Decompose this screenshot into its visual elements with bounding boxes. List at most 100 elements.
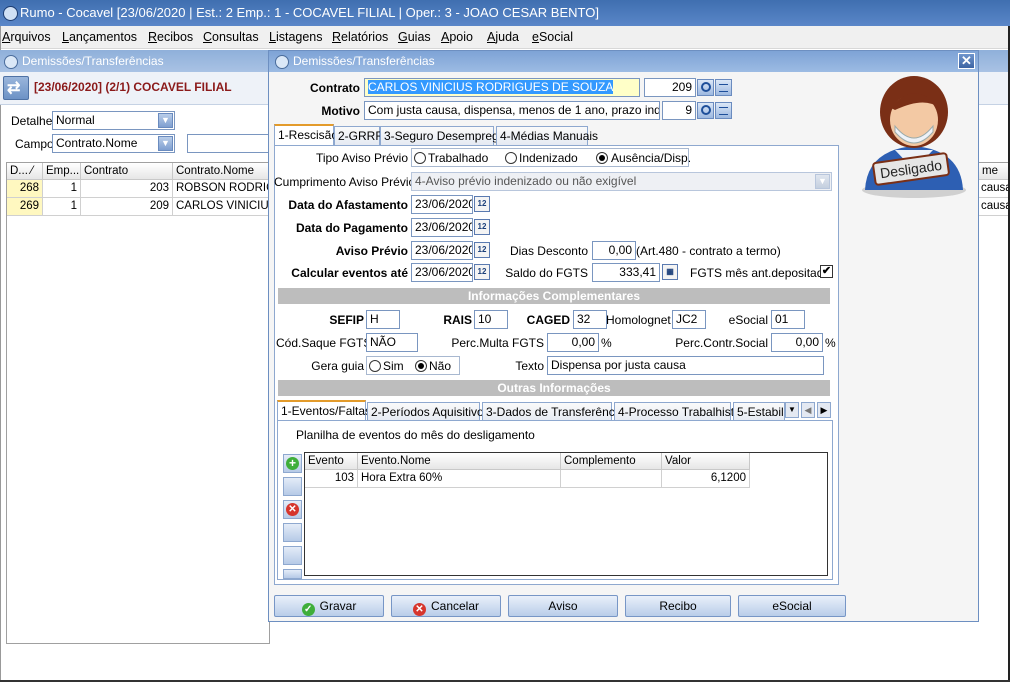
calendar-icon[interactable]: 12 — [474, 196, 490, 212]
motivo-code-field[interactable]: 9 — [662, 101, 696, 120]
aviso-previo-field[interactable]: 23/06/2020 — [411, 241, 473, 260]
table-row-cell[interactable]: causa — [979, 198, 1008, 216]
radio-sim[interactable] — [369, 360, 381, 372]
table-row-cell[interactable]: Hora Extra 60% — [358, 470, 561, 488]
table-row-cell[interactable]: 103 — [305, 470, 358, 488]
caged-field[interactable]: 32 — [573, 310, 607, 329]
more-icon[interactable] — [283, 569, 302, 579]
texto-field[interactable]: Dispensa por justa causa — [547, 356, 824, 375]
menu-ajuda[interactable]: Ajuda — [487, 30, 519, 44]
radio-ausencia-label[interactable]: Ausência/Disp. — [611, 151, 691, 165]
tab-dados-transferencia[interactable]: 3-Dados de Transferência — [482, 402, 624, 422]
table-row-cell[interactable]: causa — [979, 180, 1008, 198]
esocial-button[interactable]: eSocial — [738, 595, 846, 617]
search-icon[interactable] — [697, 102, 714, 119]
chevron-down-icon[interactable]: ▼ — [158, 136, 173, 151]
table-row-cell[interactable]: 6,1200 — [662, 470, 750, 488]
table-row-cell[interactable]: 269 — [7, 198, 43, 216]
contrato-name-field[interactable]: CARLOS VINICIUS RODRIGUES DE SOUZA — [364, 78, 640, 97]
col-header-motivo[interactable]: me — [979, 163, 1008, 180]
ev-col-evento[interactable]: Evento — [305, 453, 358, 470]
recibo-button[interactable]: Recibo — [625, 595, 731, 617]
search-icon[interactable] — [697, 79, 714, 96]
menu-esocial[interactable]: eSocial — [532, 30, 573, 44]
blank-icon[interactable] — [283, 546, 302, 565]
homolognet-field[interactable]: JC2 — [672, 310, 706, 329]
chevron-down-icon[interactable]: ▼ — [158, 113, 173, 128]
col-header-emp[interactable]: Emp... — [43, 163, 81, 180]
perc-contr-field[interactable]: 0,00 — [771, 333, 823, 352]
delete-icon[interactable]: ✕ — [283, 500, 302, 519]
close-icon[interactable]: ✕ — [958, 53, 975, 69]
chevron-right-icon[interactable]: ▶ — [817, 402, 831, 418]
list-icon[interactable] — [715, 79, 732, 96]
table-row-cell[interactable]: 268 — [7, 180, 43, 198]
window-icon[interactable] — [283, 523, 302, 542]
rais-field[interactable]: 10 — [474, 310, 508, 329]
table-row-cell[interactable]: 203 — [81, 180, 173, 198]
ev-col-nome[interactable]: Evento.Nome — [358, 453, 561, 470]
col-header-d[interactable]: D... ⁄ — [7, 163, 43, 180]
table-row-cell[interactable]: 209 — [81, 198, 173, 216]
col-header-contrato[interactable]: Contrato — [81, 163, 173, 180]
saldo-fgts-field[interactable]: 333,41 — [592, 263, 660, 282]
radio-nao[interactable] — [415, 360, 427, 372]
ev-col-valor[interactable]: Valor — [662, 453, 750, 470]
aviso-button[interactable]: Aviso — [508, 595, 618, 617]
table-row-cell[interactable]: CARLOS VINICIUS R — [173, 198, 269, 216]
esocial-field[interactable]: 01 — [771, 310, 805, 329]
table-row-cell[interactable] — [561, 470, 662, 488]
list-icon[interactable] — [715, 102, 732, 119]
menu-consultas[interactable]: Consultas — [203, 30, 259, 44]
tab-rescisao[interactable]: 1-Rescisão — [274, 124, 338, 146]
campo-select[interactable]: Contrato.Nome ▼ — [52, 134, 175, 153]
table-row-cell[interactable]: ROBSON RODRIGUES — [173, 180, 269, 198]
calendar-icon[interactable]: 12 — [474, 242, 490, 258]
ev-col-complemento[interactable]: Complemento — [561, 453, 662, 470]
motivo-field[interactable]: Com justa causa, dispensa, menos de 1 an… — [364, 101, 660, 120]
transfer-arrows-icon[interactable] — [3, 76, 29, 100]
fgts-mes-checkbox[interactable]: ✔ — [820, 265, 833, 278]
detalhe-select[interactable]: Normal ▼ — [52, 111, 175, 130]
perc-multa-field[interactable]: 0,00 — [547, 333, 599, 352]
edit-icon[interactable] — [283, 477, 302, 496]
menu-lancamentos[interactable]: Lançamentos — [62, 30, 137, 44]
dias-desconto-field[interactable]: 0,00 — [592, 241, 636, 260]
menu-listagens[interactable]: Listagens — [269, 30, 323, 44]
sefip-field[interactable]: H — [366, 310, 400, 329]
gravar-button[interactable]: ✓ Gravar — [274, 595, 384, 617]
data-pagamento-field[interactable]: 23/06/2020 — [411, 218, 473, 237]
calcular-eventos-field[interactable]: 23/06/2020 — [411, 263, 473, 282]
menu-guias[interactable]: Guias — [398, 30, 431, 44]
cancelar-button[interactable]: ✕ Cancelar — [391, 595, 501, 617]
radio-trabalhado[interactable] — [414, 152, 426, 164]
col-header-nome[interactable]: Contrato.Nome — [173, 163, 269, 180]
tab-grrf[interactable]: 2-GRRF — [334, 126, 383, 146]
chevron-down-icon[interactable]: ▼ — [785, 402, 799, 418]
cod-saque-field[interactable]: NÃO — [366, 333, 418, 352]
radio-indenizado[interactable] — [505, 152, 517, 164]
table-row-cell[interactable]: 1 — [43, 198, 81, 216]
radio-nao-label[interactable]: Não — [429, 359, 451, 373]
menu-apoio[interactable]: Apoio — [441, 30, 473, 44]
menu-recibos[interactable]: Recibos — [148, 30, 193, 44]
chevron-left-icon[interactable]: ◀ — [801, 402, 815, 418]
calendar-icon[interactable]: 12 — [474, 219, 490, 235]
chevron-down-icon[interactable]: ▼ — [815, 174, 830, 189]
tab-processo-trabalhista[interactable]: 4-Processo Trabalhista — [614, 402, 741, 422]
contrato-code-field[interactable]: 209 — [644, 78, 696, 97]
calendar-icon[interactable]: 12 — [474, 264, 490, 280]
menu-arquivos[interactable]: Arquivos — [2, 30, 51, 44]
calculator-icon[interactable]: ▦ — [662, 264, 678, 280]
search-input[interactable] — [187, 134, 269, 153]
cumprimento-select[interactable]: 4-Aviso prévio indenizado ou não exigíve… — [411, 172, 832, 191]
table-row-cell[interactable]: 1 — [43, 180, 81, 198]
data-afastamento-field[interactable]: 23/06/2020 — [411, 195, 473, 214]
tab-estabilidade[interactable]: 5-Estabilid — [733, 402, 785, 422]
radio-trabalhado-label[interactable]: Trabalhado — [428, 151, 488, 165]
tab-medias-manuais[interactable]: 4-Médias Manuais — [496, 126, 598, 146]
radio-indenizado-label[interactable]: Indenizado — [519, 151, 578, 165]
radio-ausencia[interactable] — [596, 152, 608, 164]
add-icon[interactable]: + — [283, 454, 302, 473]
tab-eventos-faltas[interactable]: 1-Eventos/Faltas — [277, 400, 371, 422]
